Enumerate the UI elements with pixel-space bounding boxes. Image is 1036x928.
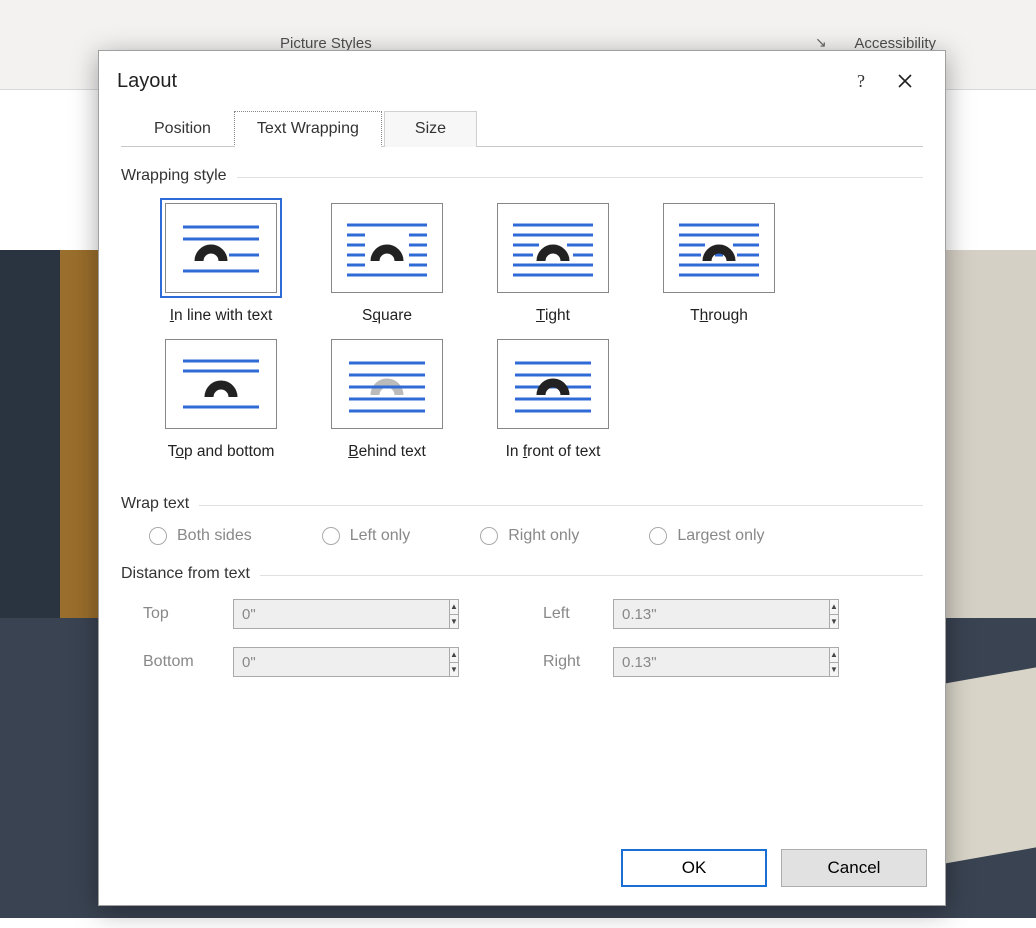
wrap-label-through: Through xyxy=(690,307,748,325)
radio-icon xyxy=(149,527,167,545)
in-front-of-text-icon xyxy=(509,353,597,415)
square-icon xyxy=(343,217,431,279)
distance-left-label: Left xyxy=(543,605,613,623)
wrap-label-behind: Behind text xyxy=(348,443,426,461)
dialog-titlebar: Layout ? xyxy=(99,51,945,111)
wrap-label-topbottom: Top and bottom xyxy=(168,443,275,461)
spinner-up-icon: ▲ xyxy=(450,648,458,663)
spinner-up-icon: ▲ xyxy=(830,648,838,663)
radio-right-only: Right only xyxy=(480,527,579,545)
spinner-up-icon: ▲ xyxy=(450,600,458,615)
distance-group: Distance from text Top ▲▼ Left ▲▼ Bottom… xyxy=(121,565,923,677)
radio-icon xyxy=(322,527,340,545)
close-icon xyxy=(897,73,913,89)
close-button[interactable] xyxy=(883,65,927,97)
wrap-option-behind[interactable] xyxy=(331,339,443,429)
wrap-option-topbottom[interactable] xyxy=(165,339,277,429)
distance-right-spinner: ▲▼ xyxy=(613,647,773,677)
through-icon xyxy=(675,217,763,279)
distance-left-spinner: ▲▼ xyxy=(613,599,773,629)
wrap-label-square: Square xyxy=(362,307,412,325)
spinner-down-icon: ▼ xyxy=(450,663,458,677)
wrap-option-square[interactable] xyxy=(331,203,443,293)
behind-text-icon xyxy=(343,353,431,415)
wrap-option-tight[interactable] xyxy=(497,203,609,293)
wrap-label-infront: In front of text xyxy=(506,443,601,461)
cancel-button[interactable]: Cancel xyxy=(781,849,927,887)
spinner-down-icon: ▼ xyxy=(830,615,838,629)
tab-strip: Position Text Wrapping Size xyxy=(121,111,923,147)
help-button[interactable]: ? xyxy=(839,65,883,97)
distance-bottom-spinner: ▲▼ xyxy=(233,647,393,677)
radio-left-only: Left only xyxy=(322,527,410,545)
distance-label: Distance from text xyxy=(121,565,260,583)
wrapping-style-label: Wrapping style xyxy=(121,167,237,185)
top-bottom-icon xyxy=(177,353,265,415)
radio-icon xyxy=(649,527,667,545)
spinner-down-icon: ▼ xyxy=(450,615,458,629)
distance-top-label: Top xyxy=(143,605,233,623)
tab-text-wrapping[interactable]: Text Wrapping xyxy=(234,111,382,147)
radio-both-sides: Both sides xyxy=(149,527,252,545)
layout-dialog: Layout ? Position Text Wrapping Size Wra… xyxy=(98,50,946,906)
spinner-down-icon: ▼ xyxy=(830,663,838,677)
wrap-option-through[interactable] xyxy=(663,203,775,293)
spinner-up-icon: ▲ xyxy=(830,600,838,615)
wrap-text-label: Wrap text xyxy=(121,495,199,513)
distance-bottom-label: Bottom xyxy=(143,653,233,671)
inline-with-text-icon xyxy=(177,217,265,279)
wrap-option-inline[interactable] xyxy=(165,203,277,293)
wrap-text-group: Wrap text Both sides Left only Right onl… xyxy=(121,495,923,545)
distance-bottom-input xyxy=(233,647,450,677)
tab-size[interactable]: Size xyxy=(384,111,477,147)
tight-icon xyxy=(509,217,597,279)
distance-top-input xyxy=(233,599,450,629)
dialog-launcher-icon[interactable]: ↘ xyxy=(815,34,831,50)
distance-right-label: Right xyxy=(543,653,613,671)
distance-top-spinner: ▲▼ xyxy=(233,599,393,629)
dialog-title: Layout xyxy=(117,70,839,93)
wrap-label-inline: In line with text xyxy=(170,307,273,325)
distance-left-input xyxy=(613,599,830,629)
distance-right-input xyxy=(613,647,830,677)
radio-largest-only: Largest only xyxy=(649,527,764,545)
wrap-label-tight: Tight xyxy=(536,307,570,325)
wrapping-style-group: Wrapping style In line with text xyxy=(121,167,923,475)
ok-button[interactable]: OK xyxy=(621,849,767,887)
radio-icon xyxy=(480,527,498,545)
dialog-footer: OK Cancel xyxy=(621,849,927,887)
wrap-option-infront[interactable] xyxy=(497,339,609,429)
tab-position[interactable]: Position xyxy=(131,111,234,147)
